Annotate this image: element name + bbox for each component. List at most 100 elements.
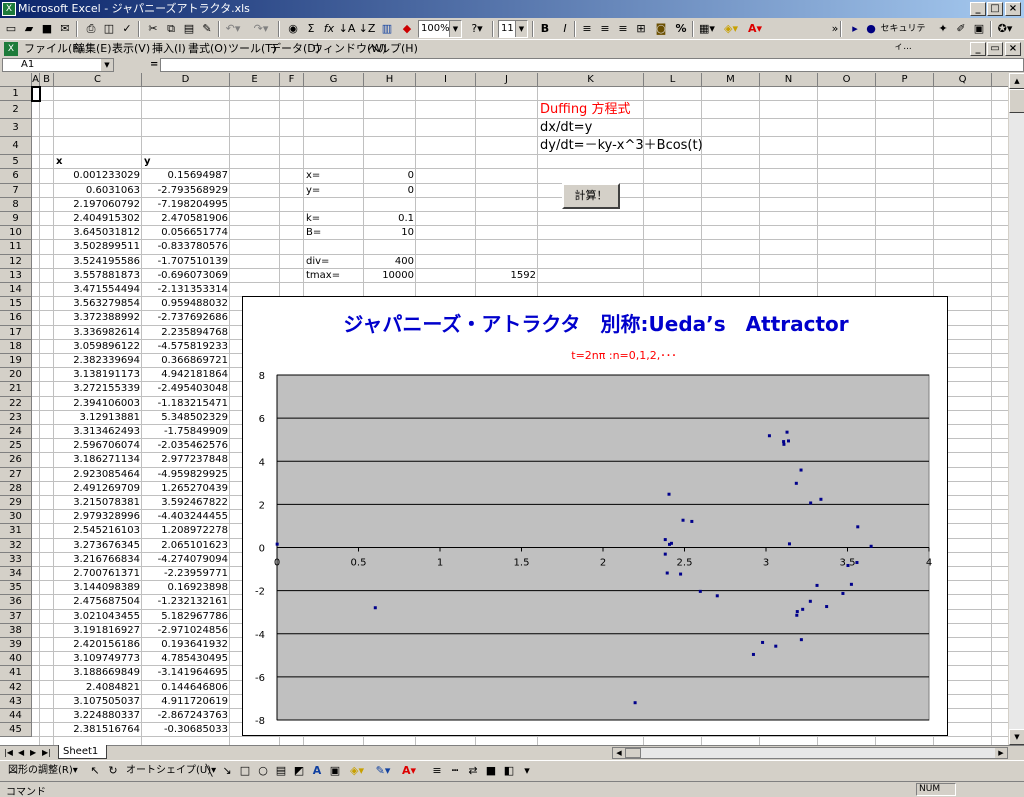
column-header[interactable]: R — [992, 73, 1008, 87]
undo-icon[interactable]: ↶▾ — [224, 20, 242, 38]
cell-x[interactable]: 3.313462493 — [56, 425, 140, 439]
maximize-button[interactable]: □ — [987, 2, 1003, 16]
column-header[interactable]: J — [476, 73, 538, 87]
arrow-icon[interactable]: ↘ — [218, 762, 236, 780]
header-x[interactable]: x — [56, 155, 140, 169]
cell-y[interactable]: -7.198204995 — [144, 198, 228, 212]
cell-y[interactable]: -4.575819233 — [144, 340, 228, 354]
cell-y[interactable]: 2.977237848 — [144, 453, 228, 467]
hyperlink-icon[interactable]: ◉ — [284, 20, 302, 38]
sort-asc-icon[interactable]: ↓A — [338, 20, 356, 38]
cell-y[interactable]: -2.737692686 — [144, 311, 228, 325]
textbox-icon[interactable]: ▤ — [272, 762, 290, 780]
column-header[interactable]: G — [304, 73, 364, 87]
copy-icon[interactable]: ⧉ — [162, 20, 180, 38]
fill-color-icon[interactable]: ◈▾ — [722, 20, 740, 38]
cell-y[interactable]: 0.15694987 — [144, 169, 228, 183]
row-header[interactable]: 9 — [0, 212, 32, 227]
dash-style-icon[interactable]: ┅ — [446, 762, 464, 780]
cell-x[interactable]: 3.524195586 — [56, 255, 140, 269]
column-header[interactable]: N — [760, 73, 818, 87]
column-header[interactable]: A — [32, 73, 40, 87]
row-header[interactable]: 2 — [0, 101, 32, 120]
cell-x[interactable]: 2.381516764 — [56, 723, 140, 737]
oval-icon[interactable]: ○ — [254, 762, 272, 780]
tab-prev-icon[interactable]: ◀ — [18, 746, 24, 759]
cell-y[interactable]: -0.30685033 — [144, 723, 228, 737]
cell-x[interactable]: 2.596706074 — [56, 439, 140, 453]
menu-help[interactable]: ヘルプ(H) — [368, 40, 418, 58]
row-header[interactable]: 6 — [0, 169, 32, 184]
cell-y[interactable]: -1.75849909 — [144, 425, 228, 439]
row-header[interactable]: 7 — [0, 183, 32, 198]
redo-icon[interactable]: ↷▾ — [252, 20, 270, 38]
cell-y[interactable]: -2.971024856 — [144, 624, 228, 638]
cell-y[interactable]: -3.141964695 — [144, 666, 228, 680]
row-header[interactable]: 31 — [0, 524, 32, 539]
cell-x[interactable]: 2.491269709 — [56, 482, 140, 496]
format-painter-icon[interactable]: ✎ — [198, 20, 216, 38]
cell-y[interactable]: 0.056651774 — [144, 226, 228, 240]
function-icon[interactable]: fx — [320, 20, 338, 38]
align-center-icon[interactable]: ≡ — [596, 20, 614, 38]
cell-y[interactable]: 3.592467822 — [144, 496, 228, 510]
cell-x[interactable]: 0.6031063 — [56, 184, 140, 198]
menu-insert[interactable]: 挿入(I) — [152, 40, 186, 58]
doc-restore-button[interactable]: ▭ — [987, 42, 1003, 56]
row-header[interactable]: 43 — [0, 694, 32, 709]
param-value[interactable]: 0 — [366, 169, 414, 183]
worksheet-grid[interactable]: ABCDEFGHIJKLMNOPQR1234567891011121314151… — [0, 73, 1008, 745]
chart-wizard-icon[interactable]: ▥ — [378, 20, 396, 38]
spelling-icon[interactable]: ✓ — [118, 20, 136, 38]
row-header[interactable]: 18 — [0, 339, 32, 354]
bold-button[interactable]: B — [536, 20, 554, 38]
equation-dx[interactable]: dx/dt=y — [540, 120, 592, 136]
rectangle-icon[interactable]: □ — [236, 762, 254, 780]
line-color-icon[interactable]: ✎▾ — [374, 762, 392, 780]
cell-y[interactable]: 0.366869721 — [144, 354, 228, 368]
font-color-icon[interactable]: A▾ — [746, 20, 764, 38]
scroll-right-icon[interactable]: ▶ — [995, 748, 1007, 758]
zoom-select[interactable]: 100% ▼ — [418, 20, 462, 38]
paste-icon[interactable]: ▤ — [180, 20, 198, 38]
cell-y[interactable]: -2.23959771 — [144, 567, 228, 581]
tab-last-icon[interactable]: ▶| — [42, 746, 51, 759]
more-tools-icon[interactable]: ✪▾ — [996, 20, 1014, 38]
cell-x[interactable]: 3.273676345 — [56, 539, 140, 553]
column-header[interactable]: K — [538, 73, 644, 87]
param-value[interactable]: 10000 — [366, 269, 414, 283]
cell-y[interactable]: -4.274079094 — [144, 553, 228, 567]
chevron-down-icon[interactable]: ▼ — [101, 59, 113, 71]
row-header[interactable]: 22 — [0, 396, 32, 411]
save-icon[interactable]: ■ — [38, 20, 56, 38]
cell-x[interactable]: 3.216766834 — [56, 553, 140, 567]
cell-x[interactable]: 3.188669849 — [56, 666, 140, 680]
row-header[interactable]: 34 — [0, 567, 32, 582]
column-header[interactable]: Q — [934, 73, 992, 87]
cell-y[interactable]: 0.16923898 — [144, 581, 228, 595]
close-button[interactable]: × — [1005, 2, 1021, 16]
draw-font-color-icon[interactable]: A▾ — [400, 762, 418, 780]
menu-format[interactable]: 書式(O) — [188, 40, 227, 58]
tab-first-icon[interactable]: |◀ — [4, 746, 13, 759]
row-header[interactable]: 30 — [0, 510, 32, 525]
tab-next-icon[interactable]: ▶ — [30, 746, 36, 759]
scatter-chart[interactable]: ジャパニーズ・アトラクタ 別称:Ueda’s Attractor t=2nπ :n… — [242, 296, 948, 736]
cell-y[interactable]: -0.833780576 — [144, 240, 228, 254]
cell-y[interactable]: -4.959829925 — [144, 468, 228, 482]
row-header[interactable]: 19 — [0, 354, 32, 369]
cell-x[interactable]: 2.923085464 — [56, 468, 140, 482]
align-right-icon[interactable]: ≡ — [614, 20, 632, 38]
param-label[interactable]: B= — [306, 226, 362, 240]
row-header[interactable]: 38 — [0, 623, 32, 638]
param-value[interactable]: 0 — [366, 184, 414, 198]
cell-x[interactable]: 2.420156186 — [56, 638, 140, 652]
menu-edit[interactable]: 編集(E) — [74, 40, 112, 58]
print-preview-icon[interactable]: ◫ — [100, 20, 118, 38]
cell-x[interactable]: 3.471554494 — [56, 283, 140, 297]
cut-icon[interactable]: ✂ — [144, 20, 162, 38]
param-label[interactable]: tmax= — [306, 269, 362, 283]
row-header[interactable]: 4 — [0, 137, 32, 156]
line-style-icon[interactable]: ≡ — [428, 762, 446, 780]
cell-x[interactable]: 3.107505037 — [56, 695, 140, 709]
